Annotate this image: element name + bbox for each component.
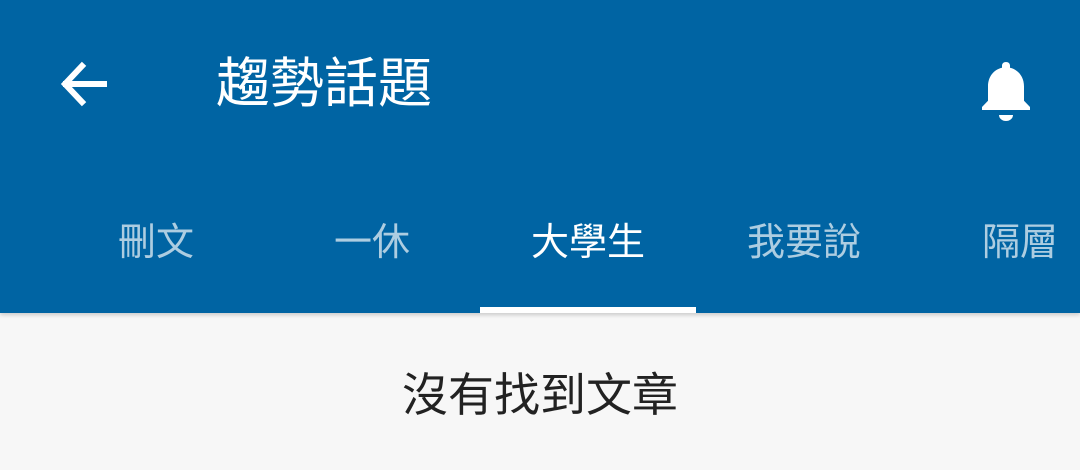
notifications-button[interactable]	[962, 46, 1050, 134]
tab-delete-post[interactable]: 刪文	[48, 178, 264, 313]
tab-label: 我要說	[746, 220, 861, 264]
active-tab-indicator	[480, 307, 696, 313]
page-title: 趨勢話題	[216, 52, 432, 115]
tab-label: 大學生	[530, 220, 645, 264]
tab-label: 刪文	[117, 220, 194, 264]
bell-icon	[982, 62, 1030, 121]
tab-yixiu[interactable]: 一休	[264, 178, 480, 313]
tab-college-students[interactable]: 大學生	[480, 178, 696, 313]
tab-neighbor[interactable]: 隔層	[912, 178, 1080, 313]
arrow-back-icon	[60, 61, 107, 107]
empty-state-message: 沒有找到文章	[402, 368, 678, 422]
app-bar: 趨勢話題 刪文 一休 大學生 我要說 隔層	[0, 0, 1080, 313]
tab-i-want-to-say[interactable]: 我要說	[696, 178, 912, 313]
back-button[interactable]	[40, 40, 128, 128]
tab-bar: 刪文 一休 大學生 我要說 隔層	[48, 178, 1080, 313]
tab-label: 一休	[333, 220, 410, 264]
tab-label: 隔層	[981, 220, 1058, 264]
